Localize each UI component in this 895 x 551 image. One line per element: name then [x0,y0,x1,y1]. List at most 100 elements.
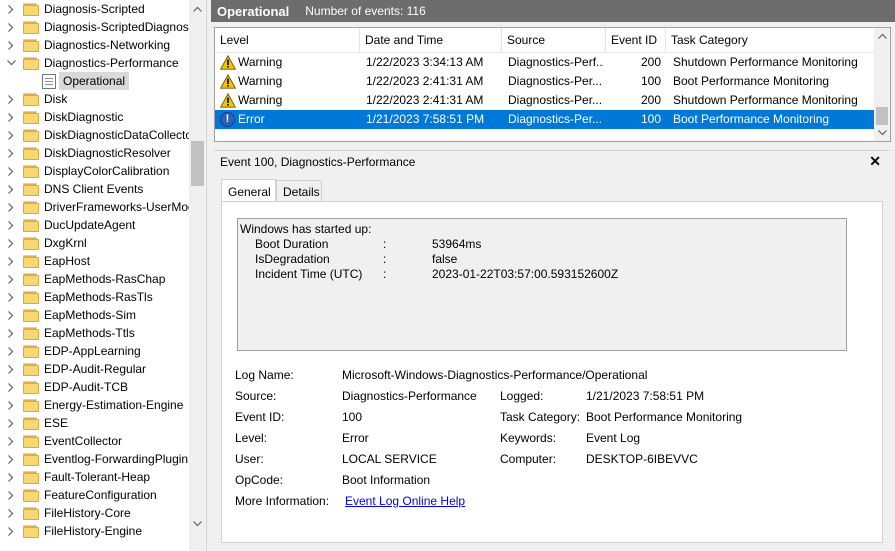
chevron-right-icon[interactable] [6,270,16,288]
chevron-right-icon[interactable] [6,162,16,180]
chevron-right-icon[interactable] [6,216,16,234]
chevron-right-icon[interactable] [6,504,16,522]
tree-item[interactable]: ESE [0,414,189,432]
tree-item[interactable]: Diagnostics-Performance [0,54,189,72]
chevron-right-icon[interactable] [6,18,16,36]
scroll-thumb[interactable] [191,141,204,186]
chevron-right-icon[interactable] [6,396,16,414]
chevron-right-icon[interactable] [6,252,16,270]
chevron-right-icon[interactable] [6,450,16,468]
scroll-thumb[interactable] [876,107,888,125]
tree-item[interactable]: FeatureConfiguration [0,486,189,504]
tree-item[interactable]: DNS Client Events [0,180,189,198]
tree-item[interactable]: Energy-Estimation-Engine [0,396,189,414]
event-id-value[interactable]: 100 [342,410,362,424]
source-value[interactable]: Diagnostics-Performance [342,389,477,403]
chevron-right-icon[interactable] [6,360,16,378]
event-log-online-help-link[interactable]: Event Log Online Help [345,494,465,508]
chevron-right-icon[interactable] [6,108,16,126]
chevron-right-icon[interactable] [6,306,16,324]
scroll-down-icon[interactable] [874,125,890,141]
more-information-label: More Information: [235,494,330,508]
column-task-category[interactable]: Task Category [666,28,874,52]
tab-details[interactable]: Details [276,180,322,202]
pane-splitter[interactable] [206,0,212,551]
event-row[interactable]: Warning 1/22/2023 2:41:31 AM Diagnostics-P… [215,72,874,91]
tree-item[interactable]: DiskDiagnostic [0,108,189,126]
tree-item[interactable]: DiskDiagnosticDataCollecto [0,126,189,144]
tree-item[interactable]: EapMethods-RasTls [0,288,189,306]
chevron-right-icon[interactable] [6,0,16,18]
chevron-right-icon[interactable] [6,144,16,162]
tree-item[interactable]: EapMethods-Sim [0,306,189,324]
tree-item[interactable]: DucUpdateAgent [0,216,189,234]
event-row[interactable]: Warning 1/22/2023 2:41:31 AM Diagnostics-P… [215,91,874,110]
tree-scrollbar[interactable] [189,0,206,551]
chevron-right-icon[interactable] [6,378,16,396]
logged-value[interactable]: 1/21/2023 7:58:51 PM [586,389,704,403]
event-row[interactable]: ! Error 1/21/2023 7:58:51 PM Diagnostics-Pe… [215,110,874,129]
tree-item[interactable]: EapMethods-Ttls [0,324,189,342]
tree-item[interactable]: Disk [0,90,189,108]
chevron-right-icon[interactable] [6,180,16,198]
opcode-value[interactable]: Boot Information [342,473,430,487]
events-scrollbar[interactable] [874,28,890,141]
log-file-icon [42,74,56,89]
tree-item[interactable]: EapHost [0,252,189,270]
chevron-right-icon[interactable] [6,324,16,342]
scroll-down-icon[interactable] [189,515,206,532]
chevron-right-icon[interactable] [6,342,16,360]
tree-item[interactable]: DisplayColorCalibration [0,162,189,180]
tree-item[interactable]: Eventlog-ForwardingPlugin [0,450,189,468]
tree-item[interactable]: DxgKrnl [0,234,189,252]
chevron-right-icon[interactable] [6,234,16,252]
chevron-right-icon[interactable] [6,414,16,432]
log-tree[interactable]: Diagnosis-Scripted Diagnosis-ScriptedDiag… [0,0,189,551]
task-category-value[interactable]: Boot Performance Monitoring [586,410,742,424]
tree-item[interactable]: EDP-Audit-TCB [0,378,189,396]
event-source: Diagnostics-Per... [508,112,603,126]
event-task-category: Boot Performance Monitoring [673,74,830,88]
tree-item[interactable]: FileHistory-Engine [0,522,189,540]
tab-general[interactable]: General [221,179,276,202]
tree-item-label: Disk [44,92,68,106]
user-value[interactable]: LOCAL SERVICE [342,452,437,466]
tree-item[interactable]: EventCollector [0,432,189,450]
chevron-right-icon[interactable] [6,522,16,540]
chevron-right-icon[interactable] [6,486,16,504]
events-list[interactable]: Level Date and Time Source Event ID Task… [214,27,891,142]
chevron-right-icon[interactable] [6,198,16,216]
column-level[interactable]: Level [215,28,360,52]
chevron-right-icon[interactable] [6,90,16,108]
tree-item[interactable]: Diagnosis-ScriptedDiagnost [0,18,189,36]
event-row[interactable]: Warning 1/22/2023 3:34:13 AM Diagnostics-P… [215,53,874,72]
tree-item[interactable]: DriverFrameworks-UserMod [0,198,189,216]
chevron-right-icon[interactable] [6,288,16,306]
column-source[interactable]: Source [502,28,606,52]
chevron-down-icon[interactable] [6,54,16,72]
chevron-right-icon[interactable] [6,468,16,486]
tree-item[interactable]: FileHistory-Core [0,504,189,522]
scroll-up-icon[interactable] [189,0,206,17]
computer-value[interactable]: DESKTOP-6IBEVVC [586,452,698,466]
scroll-up-icon[interactable] [874,28,890,44]
tree-item[interactable]: EDP-Audit-Regular [0,360,189,378]
tree-item[interactable]: Diagnostics-Networking [0,36,189,54]
keywords-value[interactable]: Event Log [586,431,640,445]
tree-item[interactable]: DiskDiagnosticResolver [0,144,189,162]
tree-item[interactable]: EDP-AppLearning [0,342,189,360]
tree-item[interactable]: Diagnosis-Scripted [0,0,189,18]
tree-item[interactable]: Fault-Tolerant-Heap [0,468,189,486]
log-name-value[interactable]: Microsoft-Windows-Diagnostics-Performanc… [342,368,647,382]
event-description[interactable]: Windows has started up: Boot Duration : … [237,218,847,351]
level-value[interactable]: Error [342,431,369,445]
tree-item[interactable]: EapMethods-RasChap [0,270,189,288]
tree-item-label: FileHistory-Engine [44,524,143,538]
chevron-right-icon[interactable] [6,432,16,450]
tree-item-operational[interactable]: Operational [0,72,189,90]
chevron-right-icon[interactable] [6,126,16,144]
column-event-id[interactable]: Event ID [606,28,666,52]
column-date-time[interactable]: Date and Time [360,28,502,52]
close-icon[interactable]: ✕ [869,153,881,170]
chevron-right-icon[interactable] [6,36,16,54]
